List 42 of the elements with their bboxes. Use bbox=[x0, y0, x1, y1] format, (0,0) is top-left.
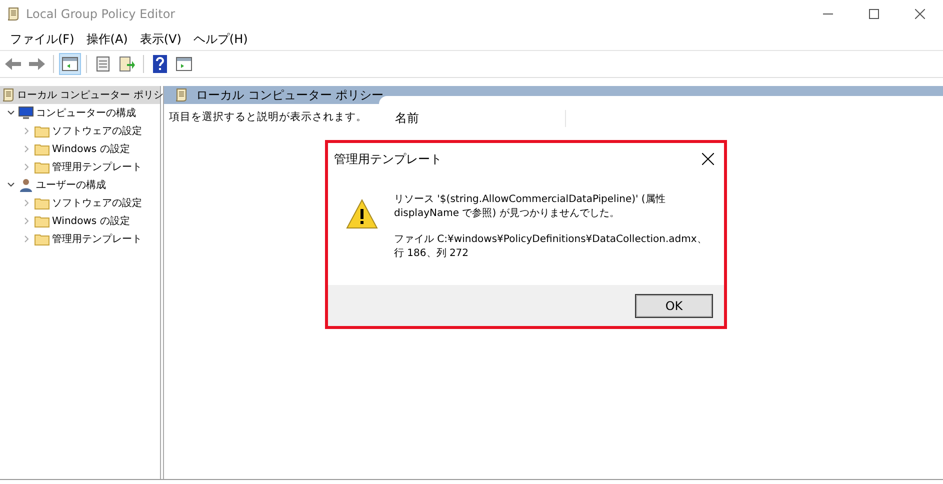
close-icon bbox=[915, 9, 925, 19]
ok-button[interactable]: OK bbox=[636, 294, 712, 316]
dialog-title: 管理用テンプレート bbox=[334, 150, 442, 168]
warning-icon bbox=[346, 199, 378, 229]
error-message: リソース '$(string.AllowCommercialDataPipeline)' (属性 displayName で参照) が見つかりませんでした。 bbox=[394, 193, 666, 221]
tree-item[interactable]: Windows の設定 bbox=[0, 212, 160, 230]
error-detail: ファイル C:¥windows¥PolicyDefinitions¥DataCollection.admx、行 186、列 272 bbox=[394, 233, 708, 261]
toolbar-button[interactable] bbox=[59, 53, 81, 75]
forward-arrow-icon bbox=[28, 57, 46, 71]
tree-item[interactable]: コンピューターの構成 bbox=[0, 104, 160, 122]
maximize-icon bbox=[869, 9, 879, 19]
folder-icon bbox=[34, 124, 50, 138]
tree-pane-icon bbox=[62, 57, 78, 71]
app-icon bbox=[6, 7, 20, 21]
tree-item[interactable]: ソフトウェアの設定 bbox=[0, 194, 160, 212]
menu-item[interactable]: 操作(A) bbox=[80, 30, 134, 48]
folder-icon bbox=[34, 160, 50, 174]
folder-icon bbox=[34, 196, 50, 210]
help-icon bbox=[153, 55, 167, 73]
window-title: Local Group Policy Editor bbox=[26, 7, 176, 21]
close-icon bbox=[702, 153, 714, 165]
menu-item[interactable]: 表示(V) bbox=[134, 30, 188, 48]
policy-scroll-icon bbox=[1, 88, 15, 102]
computer-icon bbox=[18, 106, 34, 120]
folder-icon bbox=[34, 214, 50, 228]
user-icon bbox=[18, 178, 34, 192]
menu-item[interactable]: ヘルプ(H) bbox=[187, 30, 254, 48]
tree-item[interactable]: Windows の設定 bbox=[0, 140, 160, 158]
back-arrow-icon bbox=[4, 57, 22, 71]
folder-icon bbox=[34, 142, 50, 156]
policy-scroll-icon bbox=[174, 88, 188, 102]
tree-item[interactable]: 管理用テンプレート bbox=[0, 230, 160, 248]
document-icon bbox=[95, 56, 111, 72]
tree-item[interactable]: 管理用テンプレート bbox=[0, 158, 160, 176]
description-text: 項目を選択すると説明が表示されます。 bbox=[168, 110, 368, 125]
tree-item[interactable]: ソフトウェアの設定 bbox=[0, 122, 160, 140]
column-header[interactable]: 名前 bbox=[379, 110, 566, 127]
menu-item[interactable]: ファイル(F) bbox=[4, 30, 80, 48]
folder-icon bbox=[34, 232, 50, 246]
tree-item[interactable]: ユーザーの構成 bbox=[0, 176, 160, 194]
export-list-icon bbox=[119, 56, 135, 72]
action-pane-icon bbox=[176, 57, 192, 71]
